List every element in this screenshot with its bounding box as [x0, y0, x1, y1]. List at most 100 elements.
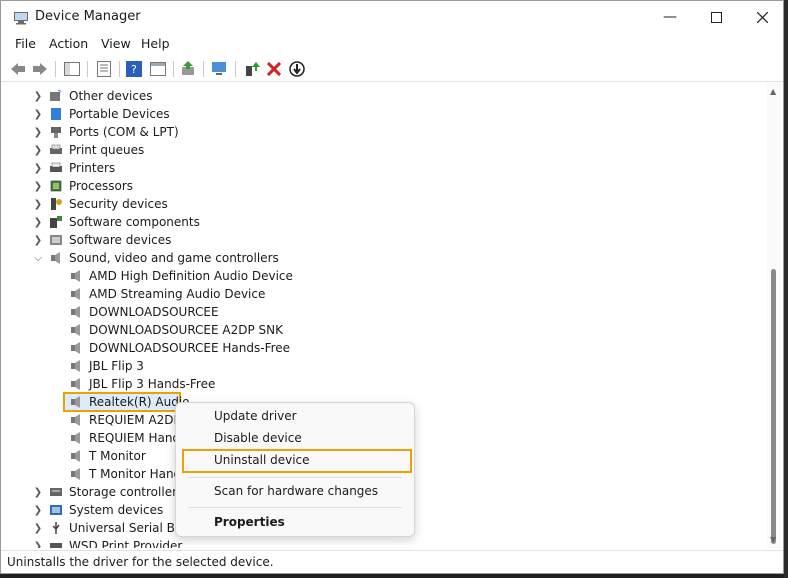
forward-button[interactable]	[31, 60, 49, 78]
tree-item-downloadsourcee[interactable]: DOWNLOADSOURCEE	[69, 303, 219, 321]
tree-item-jbl-flip-3-handsfree[interactable]: JBL Flip 3 Hands-Free	[69, 375, 215, 393]
tree-item-label: DOWNLOADSOURCEE Hands-Free	[89, 341, 291, 355]
menu-action[interactable]: Action	[49, 36, 88, 51]
tree-item-processors[interactable]: Processors	[49, 177, 133, 195]
scan-hardware-toolbar-button[interactable]	[211, 60, 229, 78]
speaker-icon	[71, 342, 80, 354]
chevron-right-icon[interactable]: ❯	[33, 519, 43, 537]
menu-help[interactable]: Help	[141, 36, 170, 51]
close-button[interactable]	[739, 1, 785, 33]
tree-item-usb[interactable]: Universal Serial Bus	[49, 519, 189, 537]
maximize-button[interactable]	[693, 1, 739, 33]
tree-item-storage-controllers[interactable]: Storage controllers	[49, 483, 183, 501]
window-title: Device Manager	[35, 9, 141, 24]
tree-item-software-devices[interactable]: Software devices	[49, 231, 171, 249]
chevron-right-icon[interactable]: ❯	[33, 141, 43, 159]
speaker-icon	[71, 468, 80, 480]
tree-item-label: JBL Flip 3	[89, 359, 144, 373]
software-device-icon	[50, 235, 62, 245]
chevron-right-icon[interactable]: ❯	[33, 177, 43, 195]
chevron-right-icon[interactable]: ❯	[33, 123, 43, 141]
tree-item-portable-devices[interactable]: Portable Devices	[49, 105, 170, 123]
enable-device-toolbar-button[interactable]	[243, 60, 261, 78]
chevron-down-icon[interactable]: ⌵	[33, 249, 43, 267]
speaker-icon	[71, 270, 80, 282]
scroll-down-icon[interactable]: ▼	[770, 535, 778, 544]
tree-item-t-monitor[interactable]: T Monitor	[69, 447, 146, 465]
update-driver-menu-item[interactable]: Update driver	[214, 409, 297, 423]
menu-file[interactable]: File	[15, 36, 36, 51]
enable-device-icon	[246, 62, 260, 76]
tree-item-amd-streaming-audio[interactable]: AMD Streaming Audio Device	[69, 285, 265, 303]
toolbar: ?	[1, 57, 783, 82]
uninstall-device-toolbar-button[interactable]	[265, 60, 283, 78]
menu-view[interactable]: View	[101, 36, 131, 51]
tree-item-label: T Monitor	[89, 449, 146, 463]
tree-item-downloadsourcee-handsfree[interactable]: DOWNLOADSOURCEE Hands-Free	[69, 339, 290, 357]
tree-item-realtek-audio[interactable]: Realtek(R) Audio	[69, 393, 190, 411]
disable-device-toolbar-button[interactable]	[288, 60, 306, 78]
tree-item-wsd-print-provider[interactable]: WSD Print Provider	[49, 537, 182, 548]
tree-item-requiem-a2dp[interactable]: REQUIEM A2DP	[69, 411, 181, 429]
chevron-right-icon[interactable]: ❯	[33, 483, 43, 501]
minimize-button[interactable]: —	[647, 1, 693, 33]
speaker-icon	[71, 324, 80, 336]
speaker-icon	[71, 360, 80, 372]
vertical-scrollbar[interactable]: ▲ ▼	[767, 83, 781, 548]
tree-item-downloadsourcee-a2dp[interactable]: DOWNLOADSOURCEE A2DP SNK	[69, 321, 283, 339]
speaker-icon	[71, 378, 80, 390]
close-icon	[756, 11, 768, 23]
tree-item-label: Software components	[69, 215, 200, 229]
chevron-right-icon[interactable]: ❯	[33, 105, 43, 123]
tree-item-t-monitor-hands[interactable]: T Monitor Hands	[69, 465, 187, 483]
chevron-right-icon[interactable]: ❯	[33, 195, 43, 213]
properties-toolbar-button[interactable]	[95, 60, 113, 78]
tree-item-system-devices[interactable]: System devices	[49, 501, 163, 519]
chevron-right-icon[interactable]: ❯	[33, 213, 43, 231]
tree-item-other-devices[interactable]: ? Other devices	[49, 87, 153, 105]
show-hide-console-tree-button[interactable]	[63, 60, 81, 78]
chevron-right-icon[interactable]: ❯	[33, 231, 43, 249]
tree-item-label: Ports (COM & LPT)	[69, 125, 179, 139]
forward-arrow-icon	[33, 63, 47, 75]
uninstall-device-menu-item[interactable]: Uninstall device	[214, 453, 310, 467]
tree-item-ports[interactable]: Ports (COM & LPT)	[49, 123, 179, 141]
tree-item-label: Storage controllers	[69, 485, 184, 499]
properties-icon	[97, 61, 111, 77]
tree-item-print-queues[interactable]: Print queues	[49, 141, 144, 159]
update-driver-toolbar-button[interactable]	[179, 60, 197, 78]
chevron-right-icon[interactable]: ❯	[33, 501, 43, 519]
scroll-up-icon[interactable]: ▲	[770, 87, 778, 96]
tree-item-amd-hd-audio[interactable]: AMD High Definition Audio Device	[69, 267, 293, 285]
tree-item-label: System devices	[69, 503, 164, 517]
disable-device-menu-item[interactable]: Disable device	[214, 431, 302, 445]
wsd-icon	[50, 543, 62, 548]
update-driver-icon	[182, 61, 194, 75]
menu-separator	[188, 507, 402, 508]
view-toolbar-button[interactable]	[149, 60, 167, 78]
chevron-right-icon[interactable]: ❯	[33, 159, 43, 177]
tree-item-label: Other devices	[69, 89, 153, 103]
tree-item-software-components[interactable]: Software components	[49, 213, 200, 231]
tree-item-printers[interactable]: Printers	[49, 159, 115, 177]
back-arrow-icon	[11, 63, 25, 75]
tree-item-sound-video-game[interactable]: Sound, video and game controllers	[49, 249, 279, 267]
scroll-thumb[interactable]	[771, 269, 776, 544]
tree-item-label: Printers	[69, 161, 116, 175]
tree-item-jbl-flip-3[interactable]: JBL Flip 3	[69, 357, 144, 375]
help-toolbar-button[interactable]: ?	[125, 60, 143, 78]
device-manager-window: Device Manager — File Action View Help ?…	[0, 0, 784, 574]
maximize-icon	[710, 11, 722, 23]
properties-menu-item[interactable]: Properties	[214, 515, 285, 529]
chevron-right-icon[interactable]: ❯	[33, 87, 43, 105]
usb-icon	[52, 522, 60, 534]
tree-item-security-devices[interactable]: Security devices	[49, 195, 168, 213]
scan-hardware-menu-item[interactable]: Scan for hardware changes	[214, 484, 378, 498]
storage-icon	[50, 488, 62, 496]
status-bar: Uninstalls the driver for the selected d…	[1, 550, 783, 573]
tree-item-label: DOWNLOADSOURCEE A2DP SNK	[89, 323, 284, 337]
tree-item-requiem-hands[interactable]: REQUIEM Hands	[69, 429, 186, 447]
chevron-right-icon[interactable]: ❯	[33, 537, 43, 549]
back-button[interactable]	[9, 60, 27, 78]
context-menu: Update driver Disable device Uninstall d…	[175, 402, 415, 537]
